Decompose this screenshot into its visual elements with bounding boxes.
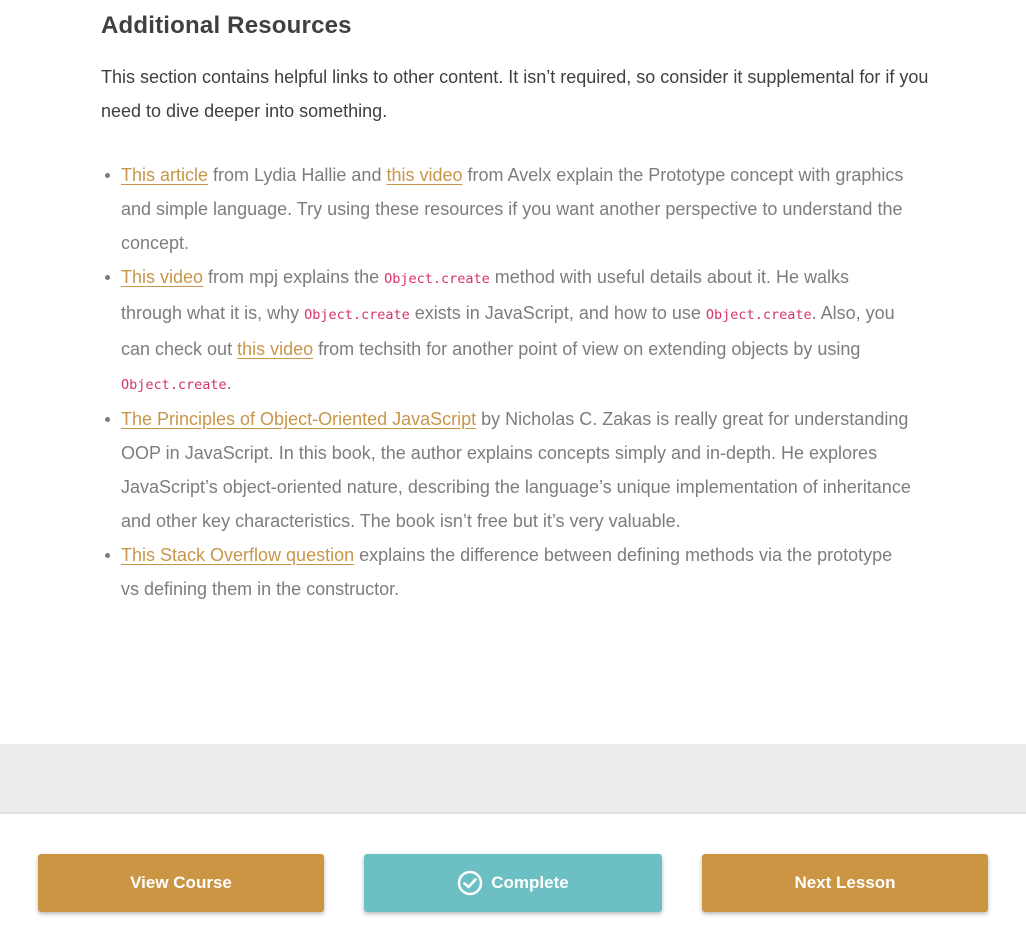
- resource-link[interactable]: this video: [386, 165, 462, 185]
- resource-text: .: [226, 373, 232, 393]
- complete-label: Complete: [491, 873, 569, 892]
- view-course-button[interactable]: View Course: [38, 854, 324, 912]
- next-lesson-button[interactable]: Next Lesson: [702, 854, 988, 912]
- resource-text: exists in JavaScript, and how to use: [409, 303, 706, 323]
- resource-link[interactable]: this video: [237, 339, 313, 359]
- resource-text: from techsith for another point of view …: [313, 339, 861, 359]
- inline-code: Object.create: [384, 271, 490, 287]
- resource-text: from mpj explains the: [203, 267, 385, 287]
- resource-link[interactable]: The Principles of Object-Oriented JavaSc…: [121, 409, 476, 429]
- footer-band: [0, 744, 1026, 814]
- inline-code: Object.create: [304, 307, 410, 323]
- section-intro: This section contains helpful links to o…: [101, 67, 929, 121]
- resource-text: from Lydia Hallie and: [208, 165, 387, 185]
- resource-item: This video from mpj explains the Object.…: [105, 260, 911, 402]
- check-circle-icon: [458, 870, 483, 896]
- resource-link[interactable]: This Stack Overflow question: [121, 545, 354, 565]
- resource-list: This article from Lydia Hallie and this …: [101, 158, 911, 606]
- next-lesson-label: Next Lesson: [794, 873, 896, 892]
- inline-code: Object.create: [705, 307, 812, 323]
- resource-item: This Stack Overflow question explains th…: [105, 538, 911, 606]
- section-title: Additional Resources: [101, 12, 352, 39]
- complete-button[interactable]: Complete: [364, 854, 662, 912]
- resource-item: This article from Lydia Hallie and this …: [105, 158, 911, 260]
- resource-link[interactable]: This article: [121, 165, 208, 185]
- view-course-label: View Course: [130, 873, 232, 892]
- inline-code: Object.create: [121, 377, 227, 393]
- resource-link[interactable]: This video: [121, 267, 203, 287]
- resource-item: The Principles of Object-Oriented JavaSc…: [105, 402, 911, 538]
